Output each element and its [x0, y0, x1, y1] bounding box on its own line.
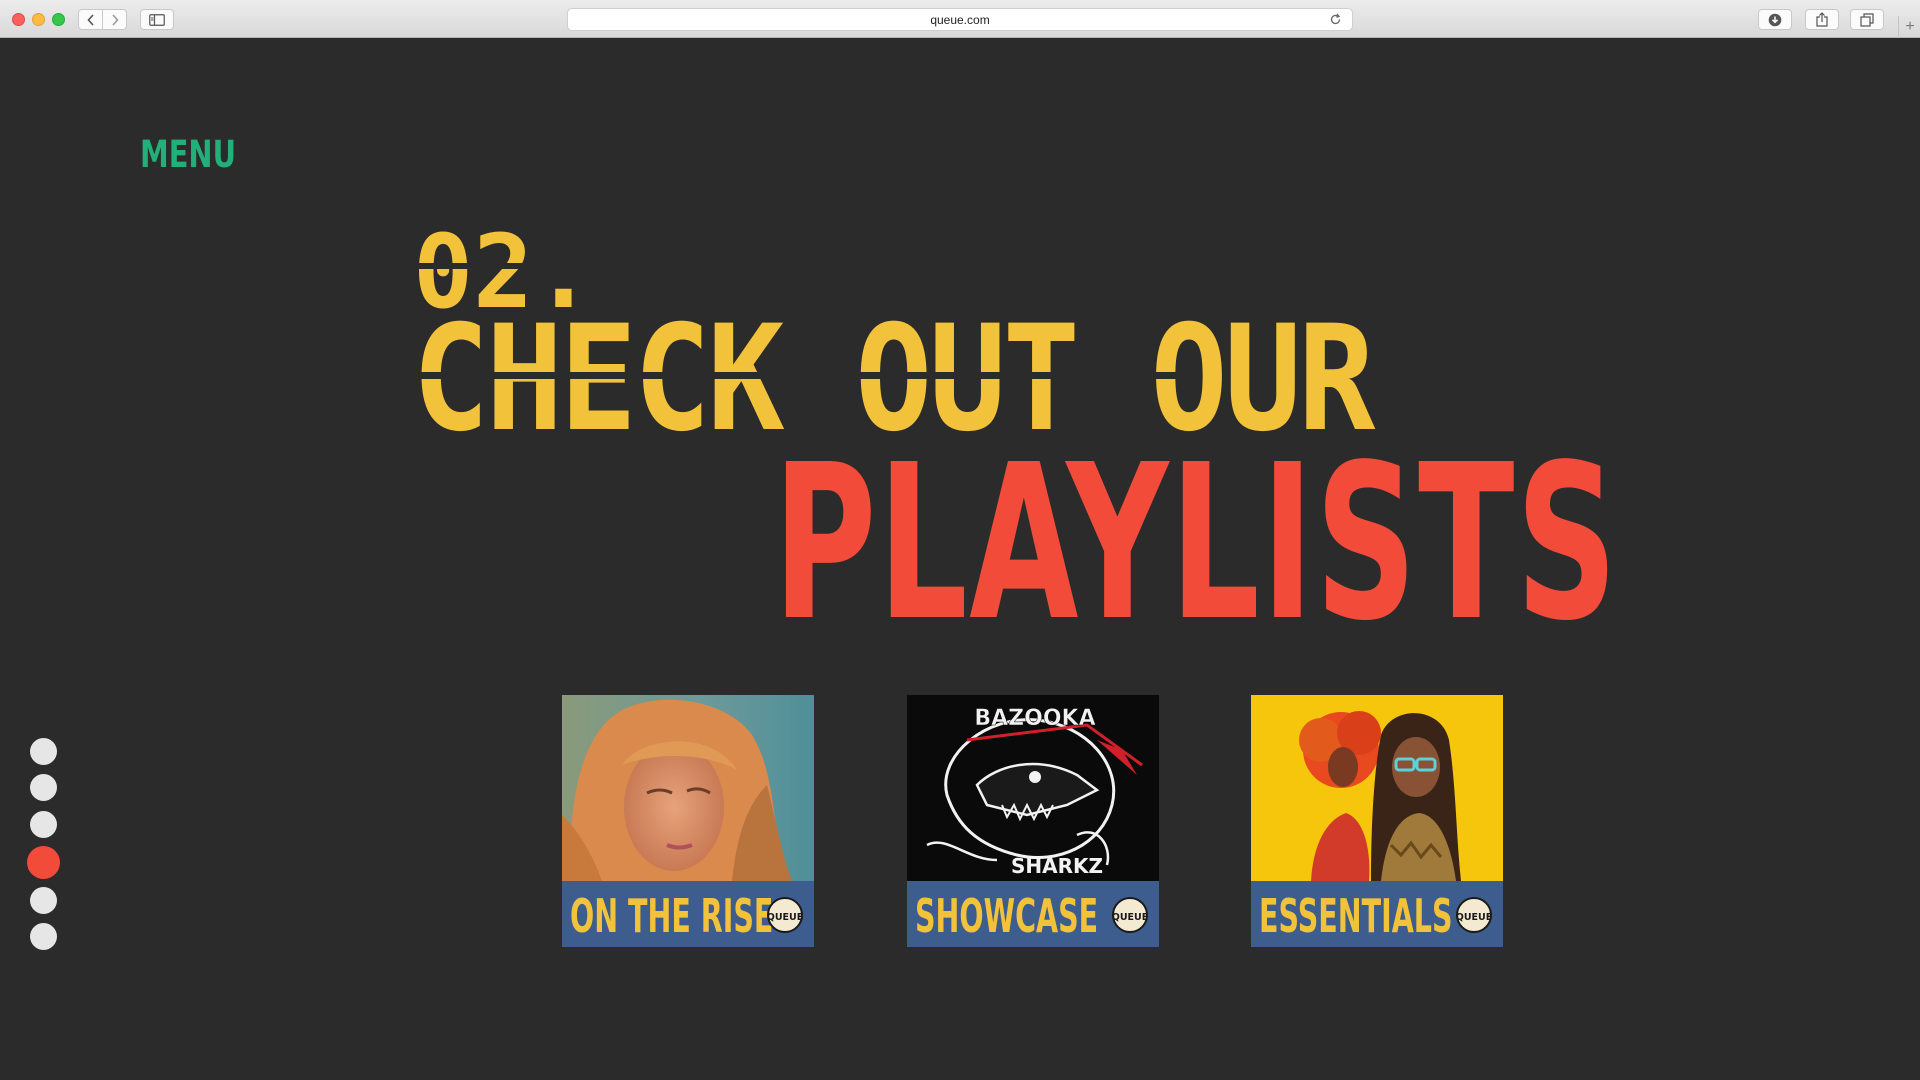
playlist-title: SHOWCASE	[915, 889, 1099, 943]
queue-badge-text: QUEUE	[1112, 912, 1148, 923]
section-dot-5[interactable]	[30, 887, 57, 914]
playlist-title-bar: ON THE RISE QUEUE	[562, 881, 814, 947]
sidebar-icon	[149, 13, 165, 26]
queue-badge-icon: QUEUE	[1456, 897, 1492, 933]
url-text: queue.com	[930, 12, 990, 27]
download-icon	[1768, 13, 1782, 26]
playlist-title-bar: SHOWCASE QUEUE	[907, 881, 1159, 947]
tabs-icon	[1860, 12, 1874, 27]
queue-badge-text: QUEUE	[767, 912, 803, 923]
address-bar[interactable]: queue.com	[567, 8, 1353, 31]
reload-icon[interactable]	[1329, 13, 1342, 26]
queue-badge-icon: QUEUE	[767, 897, 803, 933]
queue-badge-text: QUEUE	[1456, 912, 1492, 923]
back-button[interactable]	[79, 10, 102, 29]
art-text-bottom: SHARKZ	[1011, 854, 1103, 878]
history-nav	[78, 9, 127, 30]
close-window-button[interactable]	[12, 13, 25, 26]
section-dot-6[interactable]	[30, 923, 57, 950]
playlist-cover-art	[562, 695, 814, 881]
new-tab-button[interactable]: +	[1898, 16, 1920, 38]
playlist-title: ON THE RISE	[570, 889, 774, 943]
share-icon	[1816, 12, 1828, 27]
plus-icon: +	[1905, 18, 1915, 35]
playlist-card-on-the-rise[interactable]: ON THE RISE QUEUE	[562, 695, 814, 947]
menu-button[interactable]: MENU	[140, 136, 236, 173]
art-text-top: BAZOOKA	[974, 706, 1095, 731]
section-highlight: PLAYLISTS	[773, 419, 1619, 668]
tab-overview-button[interactable]	[1850, 9, 1884, 30]
chevron-left-icon	[86, 13, 94, 26]
playlist-title-bar: ESSENTIALS QUEUE	[1251, 881, 1503, 947]
stencil-bridge	[412, 372, 1202, 379]
downloads-button[interactable]	[1758, 9, 1792, 30]
section-dot-4-active[interactable]	[28, 847, 59, 878]
share-button[interactable]	[1805, 9, 1839, 30]
stencil-bridge	[412, 263, 557, 269]
playlist-title: ESSENTIALS	[1259, 889, 1453, 943]
browser-toolbar: queue.com +	[0, 0, 1920, 38]
playlist-card-essentials[interactable]: ESSENTIALS QUEUE	[1251, 695, 1503, 947]
zoom-window-button[interactable]	[52, 13, 65, 26]
section-dot-1[interactable]	[30, 738, 57, 765]
section-dot-3[interactable]	[30, 811, 57, 838]
queue-badge-icon: QUEUE	[1112, 897, 1148, 933]
section-dot-2[interactable]	[30, 774, 57, 801]
playlist-cover-art	[1251, 695, 1503, 881]
minimize-window-button[interactable]	[32, 13, 45, 26]
chevron-right-icon	[111, 13, 119, 26]
sidebar-toggle-button[interactable]	[140, 9, 174, 30]
forward-button[interactable]	[102, 10, 126, 29]
playlist-card-showcase[interactable]: BAZOOKA SHARKZ SHOWCASE QUEUE	[907, 695, 1159, 947]
playlist-cover-art: BAZOOKA SHARKZ	[907, 695, 1159, 881]
